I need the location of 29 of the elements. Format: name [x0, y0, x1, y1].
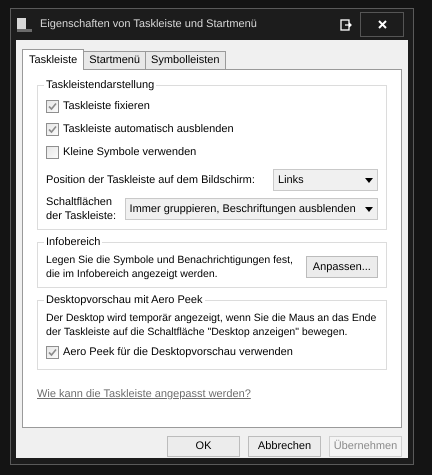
close-icon[interactable] — [378, 20, 386, 29]
dropdown[interactable]: Immer gruppieren, Beschriftungen ausblenden — [124, 198, 378, 220]
description-text: Der Desktop wird temporär angezeigt, wenn Sie die Maus an das Ende der Taskleiste auf die Schaltfläche "Desktop anzeigen" bewegen. — [46, 311, 378, 339]
buttons-label: Schaltflächen der Taskleiste: — [46, 195, 118, 223]
description-text: Legen Sie die Symbole und Benachrichtigungen fest, die im Infobereich angezeigt werden. — [46, 253, 294, 281]
dropdown-arrow-icon — [365, 178, 373, 182]
group-title: Taskleistendarstellung — [44, 78, 156, 93]
position-label: Position der Taskleiste auf dem Bildschirm: — [46, 172, 255, 188]
dropdown-arrow-icon — [365, 206, 373, 212]
customize-button[interactable]: Anpassen... — [306, 256, 378, 278]
dialog-button[interactable]: OK — [167, 436, 240, 457]
restore-icon[interactable] — [340, 18, 352, 30]
taskbar-window-icon — [16, 16, 32, 32]
checkbox-label: Kleine Symbole verwenden — [63, 144, 196, 160]
tab[interactable]: Taskleiste — [22, 49, 84, 70]
help-link[interactable]: Wie kann die Taskleiste angepasst werden? — [37, 386, 251, 402]
tab[interactable]: Startmenü — [83, 51, 146, 69]
dropdown[interactable]: Links — [273, 169, 378, 191]
checkbox[interactable] — [46, 100, 59, 112]
checkbox[interactable] — [46, 122, 59, 136]
checkbox[interactable] — [46, 346, 59, 358]
dialog-button[interactable]: Abbrechen — [248, 436, 321, 457]
checkbox[interactable] — [46, 146, 59, 158]
group-title: Desktopvorschau mit Aero Peek — [44, 293, 205, 308]
tab[interactable]: Symbolleisten — [145, 51, 226, 69]
checkbox-label: Taskleiste automatisch ausblenden — [63, 122, 234, 137]
checkbox-label: Aero Peek für die Desktopvorschau verwenden — [63, 344, 293, 360]
checkbox-label: Taskleiste fixieren — [63, 98, 150, 114]
window-title: Eigenschaften von Taskleiste und Startmenü — [40, 17, 258, 32]
